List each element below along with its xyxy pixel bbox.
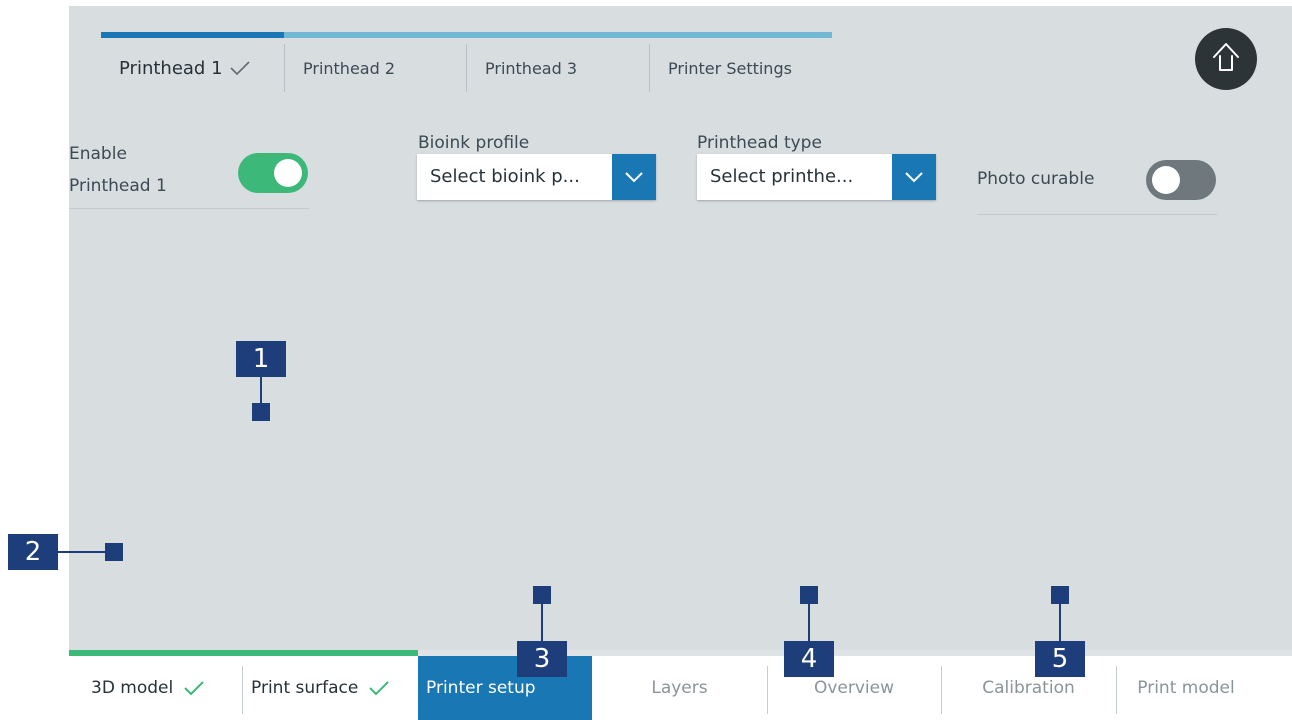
callout-5-marker bbox=[1051, 586, 1069, 604]
bioink-profile-value: Select bioink p... bbox=[430, 166, 580, 187]
enable-printhead-label: Enable Printhead 1 bbox=[69, 144, 167, 196]
tab-printhead-2[interactable]: Printhead 2 bbox=[284, 44, 466, 92]
nav-label: Print surface bbox=[251, 678, 359, 698]
nav-3d-model[interactable]: 3D model bbox=[91, 656, 243, 720]
callout-3-line bbox=[541, 604, 543, 641]
tab-label: Printhead 2 bbox=[303, 58, 396, 78]
nav-label: Calibration bbox=[982, 678, 1075, 698]
nav-print-model[interactable]: Print model bbox=[1116, 656, 1256, 720]
nav-label: Print model bbox=[1137, 678, 1235, 698]
check-icon bbox=[229, 60, 251, 76]
callout-4-line bbox=[808, 604, 810, 641]
callout-3-label: 3 bbox=[517, 641, 567, 677]
printhead-tabs: Printhead 1 Printhead 2 Printhead 3 Prin… bbox=[101, 44, 832, 92]
toggle-knob bbox=[1152, 166, 1180, 194]
enable-printhead-group: Enable Printhead 1 bbox=[69, 138, 309, 209]
callout-3-marker bbox=[533, 586, 551, 604]
callout-2-label: 2 bbox=[8, 534, 58, 570]
home-arrow-up-icon bbox=[1211, 41, 1241, 77]
nav-divider bbox=[242, 666, 243, 714]
bioink-profile-select[interactable]: Select bioink p... bbox=[417, 154, 656, 200]
home-button[interactable] bbox=[1195, 28, 1257, 90]
nav-layers[interactable]: Layers bbox=[592, 656, 767, 720]
callout-1-line bbox=[260, 377, 262, 403]
chevron-down-icon[interactable] bbox=[892, 154, 936, 200]
tab-progress-bar bbox=[101, 32, 832, 38]
tab-printhead-3[interactable]: Printhead 3 bbox=[466, 44, 649, 92]
callout-2-line bbox=[58, 551, 105, 553]
photo-curable-group: Photo curable bbox=[977, 157, 1217, 215]
printhead-type-value: Select printhe... bbox=[710, 166, 854, 187]
tab-label: Printhead 3 bbox=[485, 58, 578, 78]
chevron-down-icon[interactable] bbox=[612, 154, 656, 200]
callout-4-label: 4 bbox=[784, 641, 834, 677]
nav-label: Overview bbox=[813, 678, 895, 698]
callout-5-line bbox=[1059, 604, 1061, 641]
check-icon bbox=[183, 680, 205, 696]
callout-2-marker bbox=[105, 543, 123, 561]
callout-1-label: 1 bbox=[236, 341, 286, 377]
tab-label: Printhead 1 bbox=[119, 57, 223, 79]
nav-label: Layers bbox=[651, 678, 708, 698]
printhead-type-label: Printhead type bbox=[697, 133, 822, 153]
callout-5-label: 5 bbox=[1035, 641, 1085, 677]
check-icon bbox=[368, 680, 390, 696]
nav-label: 3D model bbox=[91, 678, 174, 698]
workflow-navigation: 3D model Print surface Printer setup Lay… bbox=[69, 650, 1292, 720]
printhead-type-select[interactable]: Select printhe... bbox=[697, 154, 936, 200]
bioink-profile-label: Bioink profile bbox=[418, 133, 530, 153]
nav-calibration[interactable]: Calibration bbox=[941, 656, 1116, 720]
callout-4-marker bbox=[800, 586, 818, 604]
toggle-knob bbox=[274, 159, 302, 187]
photo-curable-toggle[interactable] bbox=[1146, 160, 1216, 200]
nav-print-surface[interactable]: Print surface bbox=[251, 656, 418, 720]
nav-label: Printer setup bbox=[426, 678, 536, 698]
tab-progress-fill bbox=[101, 32, 284, 38]
photo-curable-label: Photo curable bbox=[977, 169, 1095, 189]
enable-printhead-toggle[interactable] bbox=[238, 153, 308, 193]
tab-label: Printer Settings bbox=[668, 58, 792, 78]
tab-printhead-1[interactable]: Printhead 1 bbox=[101, 44, 284, 92]
tab-printer-settings[interactable]: Printer Settings bbox=[649, 44, 832, 92]
callout-1-marker bbox=[252, 403, 270, 421]
